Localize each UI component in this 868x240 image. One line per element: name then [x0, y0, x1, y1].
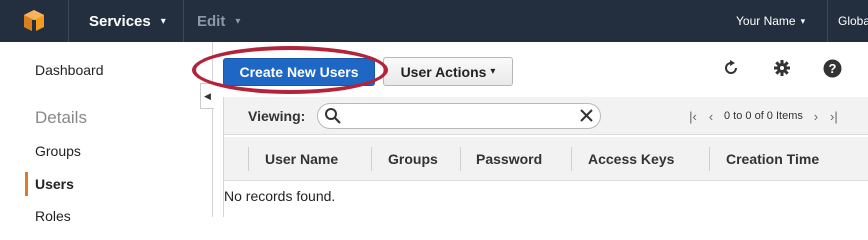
pager-text: 0 to 0 of 0 Items: [724, 110, 803, 122]
column-separator: [248, 147, 249, 171]
refresh-icon[interactable]: [721, 58, 741, 78]
chevron-down-icon: ▾: [800, 15, 806, 26]
collapse-sidebar-button[interactable]: ◀: [200, 83, 214, 109]
sidebar-item-users[interactable]: Users: [35, 176, 74, 192]
table-header: User Name Groups Password Access Keys Cr…: [224, 137, 868, 181]
empty-message: No records found.: [224, 188, 336, 204]
column-header-creation-time[interactable]: Creation Time: [726, 151, 819, 167]
sidebar-item-roles[interactable]: Roles: [35, 208, 71, 224]
chevron-down-icon: ▾: [235, 15, 241, 27]
user-actions-button[interactable]: User Actions ▾: [383, 57, 513, 86]
user-actions-label: User Actions: [400, 63, 487, 80]
column-header-password[interactable]: Password: [476, 151, 542, 167]
services-label: Services: [89, 12, 151, 30]
gear-icon[interactable]: [772, 58, 792, 78]
services-menu[interactable]: Services ▾: [89, 0, 166, 42]
sidebar-item-groups[interactable]: Groups: [35, 143, 81, 159]
column-separator: [460, 147, 461, 171]
column-header-groups[interactable]: Groups: [388, 151, 438, 167]
viewing-label: Viewing:: [248, 108, 306, 124]
svg-text:?: ?: [828, 61, 836, 76]
previous-page-icon[interactable]: ‹: [702, 109, 720, 124]
chevron-down-icon: ▾: [160, 15, 166, 27]
next-page-icon[interactable]: ›: [807, 109, 825, 124]
edit-menu[interactable]: Edit ▾: [197, 0, 240, 42]
column-separator: [709, 147, 710, 171]
help-icon[interactable]: ?: [822, 58, 842, 78]
user-menu[interactable]: Your Name ▾: [736, 0, 805, 42]
column-separator: [371, 147, 372, 171]
region-label: Global: [838, 14, 868, 28]
search-field[interactable]: [317, 103, 601, 129]
last-page-icon[interactable]: ›|: [825, 109, 843, 124]
divider: [68, 0, 69, 42]
users-table: Viewing: |‹ ‹ 0 to 0 of 0 Items › ›| Use…: [223, 97, 868, 217]
aws-cube-icon[interactable]: [0, 0, 68, 42]
filter-bar: Viewing: |‹ ‹ 0 to 0 of 0 Items › ›|: [224, 97, 868, 135]
user-label: Your Name: [736, 14, 796, 28]
sidebar-item-dashboard[interactable]: Dashboard: [35, 62, 104, 78]
active-indicator: [25, 172, 28, 196]
divider: [183, 0, 184, 42]
sidebar: Dashboard Details Groups Users Roles: [0, 42, 213, 224]
highlight-circle: [192, 46, 388, 94]
search-icon: [324, 107, 342, 130]
chevron-down-icon: ▾: [490, 66, 496, 77]
divider: [827, 0, 828, 42]
column-header-access-keys[interactable]: Access Keys: [588, 151, 674, 167]
first-page-icon[interactable]: |‹: [684, 109, 702, 124]
region-menu[interactable]: Global: [838, 0, 868, 42]
pagination: |‹ ‹ 0 to 0 of 0 Items › ›|: [684, 97, 843, 135]
top-navigation-bar: Services ▾ Edit ▾ Your Name ▾ Global: [0, 0, 868, 42]
chevron-left-icon: ◀: [204, 90, 211, 101]
column-separator: [571, 147, 572, 171]
clear-search-icon[interactable]: [579, 108, 594, 128]
edit-label: Edit: [197, 12, 226, 30]
column-header-user-name[interactable]: User Name: [265, 151, 338, 167]
sidebar-heading-details: Details: [35, 108, 87, 127]
